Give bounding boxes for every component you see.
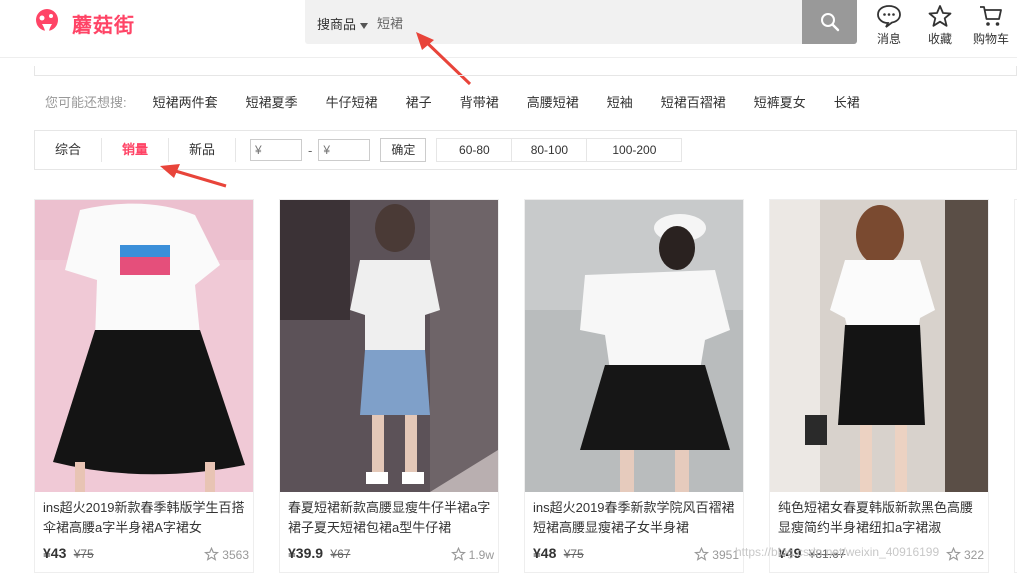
star-outline-icon [694,546,710,561]
price-row: ¥39.9 ¥67 1.9w [288,545,494,565]
related-search-link[interactable]: 短裤夏女 [754,92,806,111]
favorite-count[interactable]: 1.9w [450,546,494,562]
product-image[interactable] [280,200,498,492]
price-range-option[interactable]: 100-200 [587,138,683,162]
annotation-arrow-icon [160,164,227,188]
product-card[interactable]: ins超火2019新款春季韩版学生百搭伞裙高腰a字半身裙A字裙女 ¥43 ¥75… [34,199,254,573]
message-button[interactable]: 消息 [864,4,914,47]
related-search-link[interactable]: 牛仔短裙 [326,92,378,111]
original-price: ¥75 [73,547,94,561]
related-search-link[interactable]: 短裙两件套 [153,92,218,111]
price-min-input[interactable] [250,139,303,161]
product-title[interactable]: 春夏短裙新款高腰显瘦牛仔半裙a字裙子夏天短裙包裙a型牛仔裙 [288,498,494,538]
star-outline-icon [204,546,220,561]
confirm-price-button[interactable]: 确定 [380,138,427,162]
related-search-link[interactable]: 长裙 [834,92,860,111]
product-price: ¥48 [533,545,557,561]
price-row: ¥48 ¥75 3951 [533,545,739,565]
product-card[interactable]: 春夏短裙新款高腰显瘦牛仔半裙a字裙子夏天短裙包裙a型牛仔裙 ¥39.9 ¥67 … [279,199,499,573]
star-icon [928,5,952,27]
annotation-arrow-icon [416,32,472,86]
price-range-option[interactable]: 60-80 [436,138,513,162]
related-search-link[interactable]: 高腰短裙 [527,92,579,111]
product-card[interactable]: ins超火2019春季新款学院风百褶裙短裙高腰显瘦裙子女半身裙 ¥48 ¥75 … [524,199,744,573]
related-search-link[interactable]: 短裙夏季 [246,92,298,111]
favorite-count[interactable]: 322 [945,546,984,562]
product-image[interactable] [770,200,988,492]
original-price: ¥67 [330,547,351,561]
product-title[interactable]: ins超火2019新款春季韩版学生百搭伞裙高腰a字半身裙A字裙女 [43,498,249,538]
cart-button[interactable]: 购物车 [966,4,1016,47]
product-image[interactable] [35,200,253,492]
product-price: ¥43 [43,545,67,561]
related-search-link[interactable]: 背带裙 [460,92,499,111]
favorites-label: 收藏 [927,32,952,46]
price-range-option[interactable]: 80-100 [512,138,588,162]
price-row: ¥43 ¥75 3563 [43,545,249,565]
search-bar: 搜商品 [305,0,857,44]
message-icon [877,5,901,28]
product-card[interactable]: 纯色短裙女春夏韩版新款黑色高腰显瘦简约半身裙纽扣a字裙淑 ¥49 ¥81.67 … [769,199,989,573]
star-outline-icon [450,546,466,561]
search-icon [820,13,839,32]
logo-text: 蘑菇街 [72,14,135,37]
related-searches: 您可能还想搜: 短裙两件套 短裙夏季 牛仔短裙 裙子 背带裙 高腰短裙 短袖 短… [34,84,1017,118]
product-price: ¥39.9 [288,545,324,561]
favorite-count-value: 3563 [222,548,249,562]
related-searches-label: 您可能还想搜: [45,94,127,110]
mushroom-logo-icon [36,9,58,37]
product-title[interactable]: ins超火2019春季新款学院风百褶裙短裙高腰显瘦裙子女半身裙 [533,498,739,538]
caret-down-icon [360,22,369,29]
watermark: https://blog.csdn.net/weixin_40916199 [735,545,940,559]
star-outline-icon [945,546,962,561]
favorite-count[interactable]: 3563 [204,546,249,562]
original-price: ¥75 [563,547,584,561]
related-search-link[interactable]: 短袖 [607,92,633,111]
tab-new[interactable]: 新品 [169,138,237,162]
favorite-count-value: 322 [963,548,984,562]
cart-icon [980,6,1002,26]
favorite-count-value: 1.9w [468,548,494,562]
related-search-link[interactable]: 短裙百褶裙 [661,92,726,111]
logo[interactable]: 蘑菇街 [32,8,135,38]
header: 蘑菇街 搜商品 消息 收藏 购物车 [0,0,1017,58]
price-range-dash: - [308,142,313,158]
product-image[interactable] [525,200,743,492]
search-button[interactable] [802,0,857,44]
price-max-input[interactable] [318,139,371,161]
message-label: 消息 [876,32,901,46]
price-ranges: 60-80 80-100 100-200 [436,138,683,162]
favorites-button[interactable]: 收藏 [915,4,965,47]
related-search-link[interactable]: 裙子 [406,92,432,111]
product-title[interactable]: 纯色短裙女春夏韩版新款黑色高腰显瘦简约半身裙纽扣a字裙淑 [778,498,984,538]
divider [34,66,1017,76]
search-category-dropdown[interactable]: 搜商品 [317,14,369,33]
favorite-count[interactable]: 3951 [694,546,739,562]
tab-sales[interactable]: 销量 [102,138,170,162]
tab-comprehensive[interactable]: 综合 [35,138,103,162]
search-category-label: 搜商品 [317,17,357,32]
cart-label: 购物车 [972,32,1009,46]
